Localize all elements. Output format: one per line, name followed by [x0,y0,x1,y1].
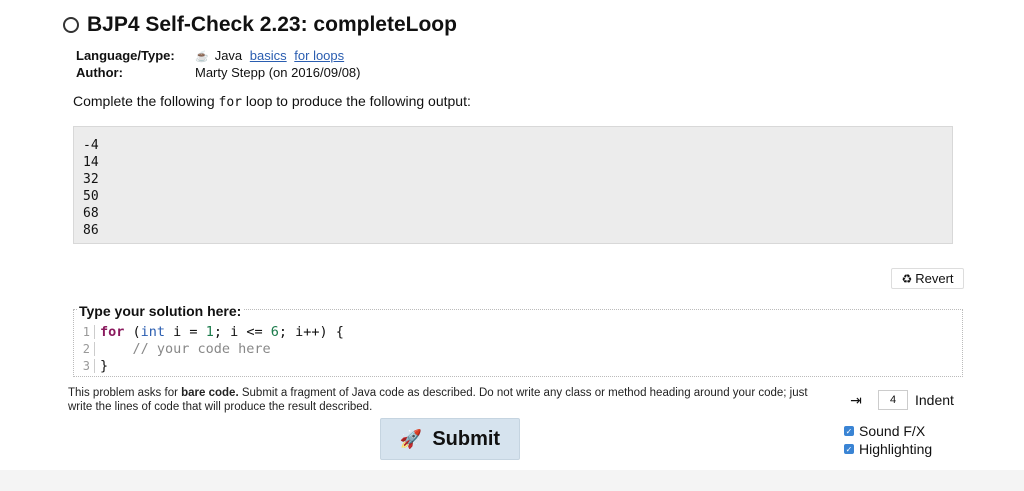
sound-option[interactable]: ✓ Sound F/X [844,423,925,439]
code-line[interactable]: 3 } [74,357,344,374]
prompt-text-end: loop to produce the following output: [242,93,471,109]
highlighting-label: Highlighting [859,441,933,457]
indent-input[interactable]: 4 [878,390,908,410]
output-line: 32 [83,172,99,187]
language-name: Java [214,48,243,63]
sound-checkbox[interactable]: ✓ [844,426,854,436]
output-line: -4 [83,138,99,153]
line-number: 3 [74,358,95,373]
output-line: 68 [83,206,99,221]
code-text: } [100,357,109,374]
indent-icon[interactable]: ⇥ [844,392,868,408]
expected-output: -4 14 32 50 68 86 [73,126,953,244]
submit-button[interactable]: 🚀 Submit [380,418,520,460]
instructions-note: This problem asks for bare code. Submit … [68,386,828,414]
output-line: 14 [83,155,99,170]
prompt-code: for [218,95,243,110]
author-row: Author: Marty Stepp (on 2016/09/08) [76,64,361,81]
prompt-text-start: Complete the following [73,93,219,109]
page-title: BJP4 Self-Check 2.23: completeLoop [87,13,457,36]
language-row: Language/Type: ☕ Java basics for loops [76,47,361,64]
revert-label: Revert [915,271,954,286]
code-comment: // your code here [100,340,271,357]
author-value: Marty Stepp (on 2016/09/08) [195,65,361,80]
code-line[interactable]: 1 for (int i = 1; i <= 6; i++) { [74,323,344,340]
tag-link-for-loops[interactable]: for loops [294,48,344,63]
sound-label: Sound F/X [859,423,926,439]
note-text: This problem asks for [68,387,182,399]
status-circle-icon [63,17,79,33]
output-line: 86 [83,223,99,238]
rocket-icon: 🚀 [399,428,423,449]
problem-meta: Language/Type: ☕ Java basics for loops Au… [76,47,361,81]
recycle-icon: ♻ [901,271,913,286]
revert-button[interactable]: ♻ Revert [891,268,964,289]
java-cup-icon: ☕ [195,51,209,63]
solution-label: Type your solution here: [77,303,244,319]
problem-prompt: Complete the following for loop to produ… [73,93,471,110]
indent-label: Indent [915,392,954,408]
tag-link-basics[interactable]: basics [250,48,287,63]
line-number: 1 [74,324,95,339]
language-value: ☕ Java basics for loops [195,48,344,63]
language-label: Language/Type: [76,48,175,63]
code-area[interactable]: 1 for (int i = 1; i <= 6; i++) { 2 // yo… [74,323,344,374]
line-number: 2 [74,341,95,356]
code-line[interactable]: 2 // your code here [74,340,344,357]
output-line: 50 [83,189,99,204]
author-label: Author: [76,65,123,80]
code-text: for (int i = 1; i <= 6; i++) { [100,323,344,340]
note-bold: bare code. [181,387,239,399]
highlighting-checkbox[interactable]: ✓ [844,444,854,454]
header: BJP4 Self-Check 2.23: completeLoop [63,13,457,37]
highlight-option[interactable]: ✓ Highlighting [844,441,932,457]
solution-editor[interactable]: Type your solution here: 1 for (int i = … [73,303,963,377]
submit-label: Submit [432,427,501,450]
footer-bar [0,470,1024,491]
